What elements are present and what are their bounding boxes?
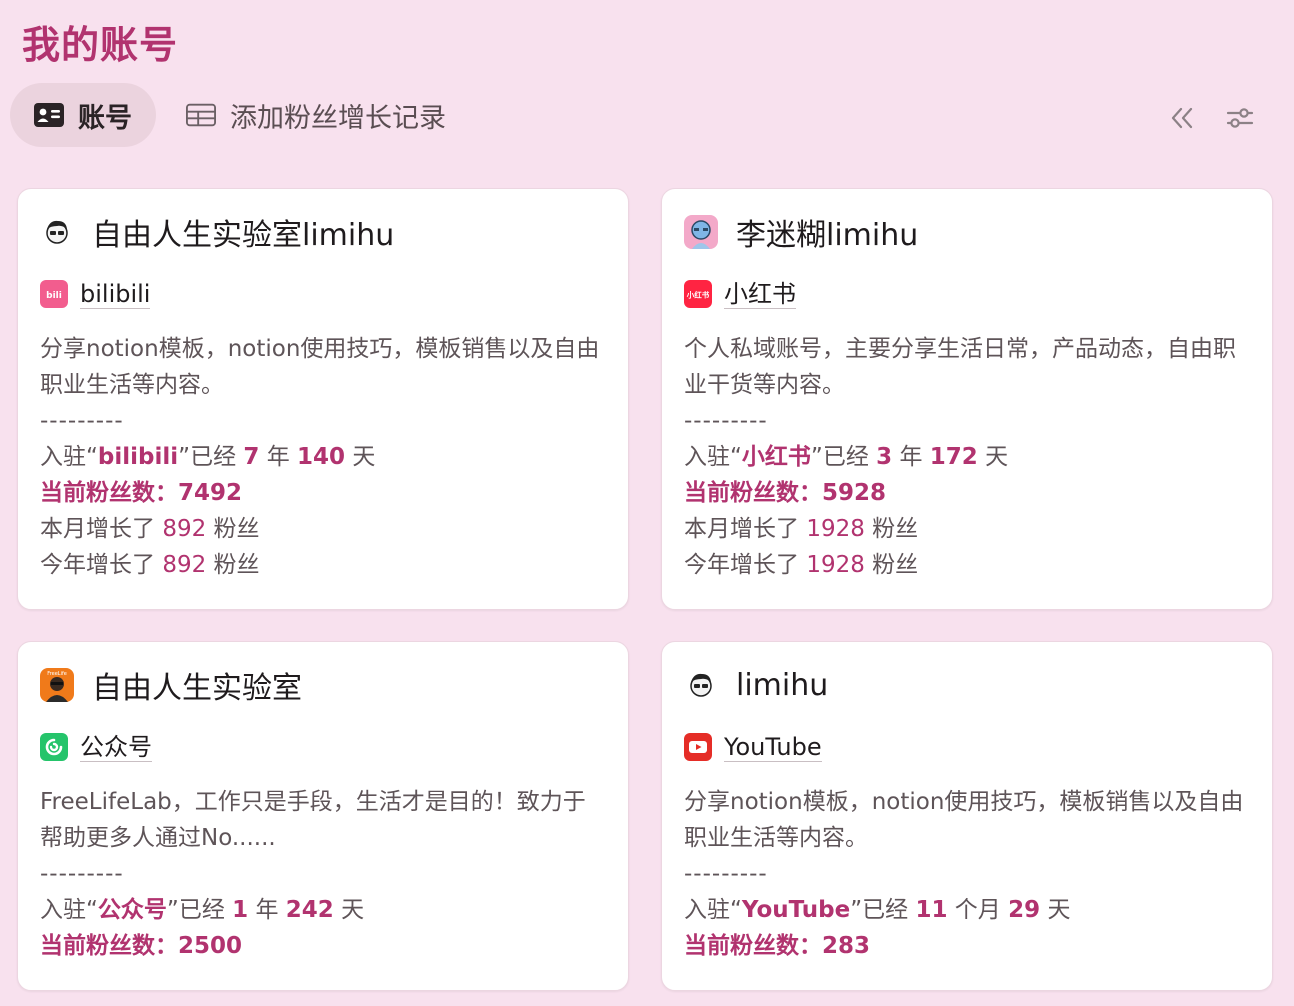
- bilibili-icon: bili: [40, 280, 68, 308]
- tab-label: 账号: [78, 102, 132, 134]
- account-card[interactable]: 自由人生实验室limihu bili bilibili 分享notion模板，n…: [17, 188, 629, 610]
- svg-text:bili: bili: [46, 291, 62, 301]
- joined-duration: 入驻“bilibili”已经 7 年 140 天: [40, 444, 376, 470]
- account-name: 李迷糊limihu: [736, 218, 919, 253]
- account-card[interactable]: FreeLife 自由人生实验室 公众号 FreeLifeLab，工作只是手段，…: [17, 641, 629, 991]
- contact-card-icon: [34, 100, 64, 130]
- tab-add-growth-record[interactable]: 添加粉丝增长记录: [162, 83, 470, 147]
- month-growth: 本月增长了 892 粉丝: [40, 516, 260, 542]
- current-fans: 当前粉丝数：2500: [40, 933, 243, 959]
- platform-link[interactable]: 小红书: [724, 280, 796, 309]
- youtube-icon: [684, 733, 712, 761]
- joined-duration: 入驻“公众号”已经 1 年 242 天: [40, 897, 365, 923]
- account-description: FreeLifeLab，工作只是手段，生活才是目的！致力于帮助更多人通过No..…: [40, 789, 586, 851]
- view-tabs: 账号 添加粉丝增长记录: [10, 83, 476, 147]
- separator: ---------: [40, 408, 124, 434]
- platform-link[interactable]: bilibili: [80, 280, 151, 309]
- separator: ---------: [684, 408, 768, 434]
- blue-cartoon-avatar-icon: [684, 215, 718, 249]
- year-growth: 今年增长了 892 粉丝: [40, 552, 260, 578]
- xiaohongshu-icon: 小红书: [684, 280, 712, 308]
- year-growth: 今年增长了 1928 粉丝: [684, 552, 919, 578]
- account-name: 自由人生实验室limihu: [92, 218, 395, 253]
- current-fans: 当前粉丝数：5928: [684, 480, 887, 506]
- current-fans: 当前粉丝数：7492: [40, 480, 243, 506]
- tab-accounts[interactable]: 账号: [10, 83, 156, 147]
- view-toolbar: [1164, 100, 1258, 136]
- svg-text:FreeLife: FreeLife: [47, 671, 67, 677]
- platform-link[interactable]: YouTube: [724, 733, 822, 762]
- page-title: 我的账号: [22, 23, 179, 67]
- account-card[interactable]: 李迷糊limihu 小红书 小红书 个人私域账号，主要分享生活日常，产品动态，自…: [661, 188, 1273, 610]
- current-fans: 当前粉丝数：283: [684, 933, 871, 959]
- wechat-official-icon: [40, 733, 68, 761]
- platform-link[interactable]: 公众号: [80, 733, 152, 762]
- tab-label: 添加粉丝增长记录: [230, 102, 446, 134]
- double-chevron-left-icon[interactable]: [1164, 100, 1200, 136]
- separator: ---------: [684, 861, 768, 887]
- account-description: 分享notion模板，notion使用技巧，模板销售以及自由职业生活等内容。: [40, 336, 600, 398]
- month-growth: 本月增长了 1928 粉丝: [684, 516, 919, 542]
- account-name: limihu: [736, 667, 829, 703]
- orange-freelife-avatar-icon: FreeLife: [40, 668, 74, 702]
- account-card[interactable]: limihu YouTube 分享notion模板，notion使用技巧，模板销…: [661, 641, 1273, 991]
- separator: ---------: [40, 861, 124, 887]
- svg-text:小红书: 小红书: [687, 290, 710, 300]
- sliders-icon[interactable]: [1222, 100, 1258, 136]
- joined-duration: 入驻“YouTube”已经 11 个月 29 天: [684, 897, 1071, 923]
- account-name: 自由人生实验室: [92, 671, 302, 706]
- joined-duration: 入驻“小红书”已经 3 年 172 天: [684, 444, 1009, 470]
- account-description: 个人私域账号，主要分享生活日常，产品动态，自由职业干货等内容。: [684, 336, 1236, 398]
- cartoon-avatar-icon: [40, 215, 74, 249]
- cartoon-avatar-icon: [684, 668, 718, 702]
- account-description: 分享notion模板，notion使用技巧，模板销售以及自由职业生活等内容。: [684, 789, 1244, 851]
- table-icon: [186, 100, 216, 130]
